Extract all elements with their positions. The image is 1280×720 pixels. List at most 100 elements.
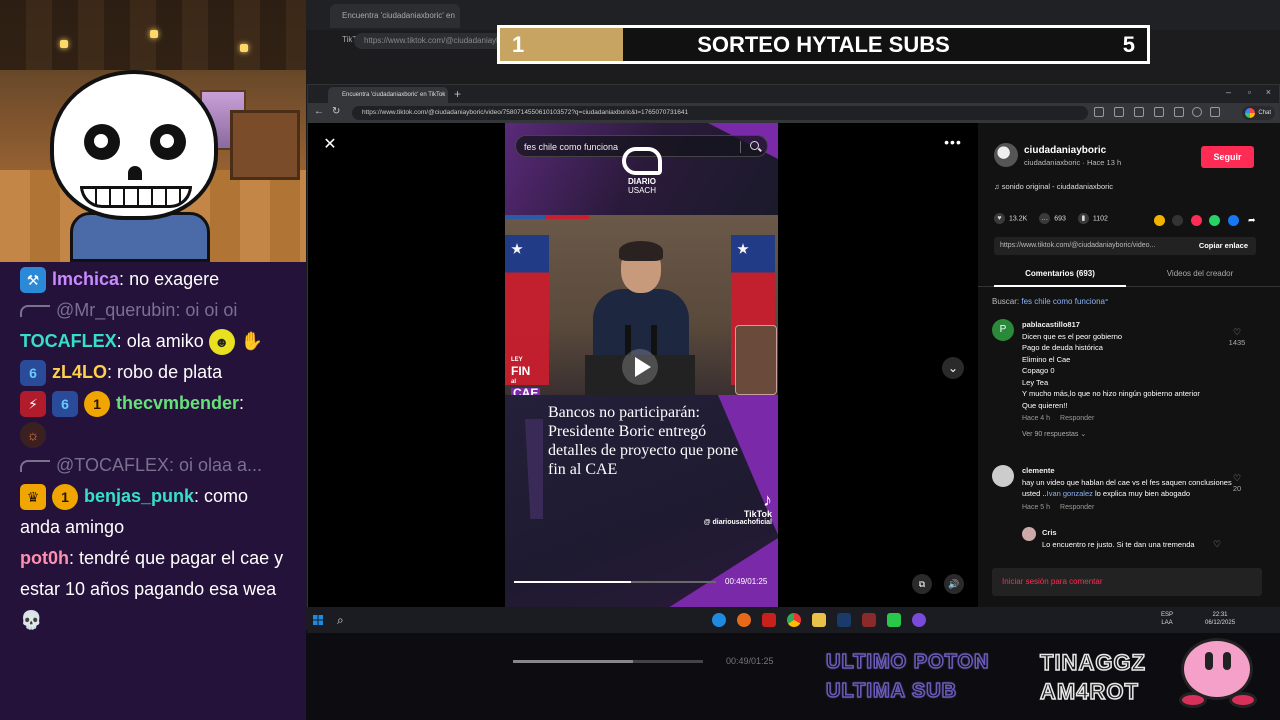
chat-reply: @TOCAFLEX: oi olaa a... [20,450,286,481]
lamp [150,30,158,38]
menu-icon[interactable] [1210,107,1220,117]
firefox-icon[interactable] [737,613,751,627]
search-icon[interactable]: ⌕ [337,613,344,628]
login-to-comment-button[interactable]: Iniciar sesión para comentar [992,568,1262,596]
next-video-icon[interactable]: ⌄ [942,357,964,379]
embed-icon[interactable] [1172,215,1184,227]
downloads-icon[interactable] [1154,107,1164,117]
logo-sub: USACH [627,186,656,195]
save-count: 1102 [1092,215,1108,223]
comment-username[interactable]: clemente [1022,465,1237,477]
facebook-icon[interactable] [1227,215,1239,227]
chat-reply: @Mr_querubin: oi oi oi [20,295,286,326]
comment-text: hay un video que hablan del cae vs el fe… [1022,477,1237,500]
profile-icon[interactable] [1192,107,1202,117]
related-search[interactable]: Buscar: fes chile como funcionaᐤ [992,297,1108,306]
sub-badge-icon: 6 [52,391,78,418]
settings-icon[interactable] [1174,107,1184,117]
copilot-chat-button[interactable]: Chat [1242,106,1275,120]
app-icon[interactable] [887,613,901,627]
edge-icon[interactable] [712,613,726,627]
extension-icon[interactable] [1094,107,1104,117]
app-icon[interactable] [912,613,926,627]
last-sub-label: ULTIMA SUB [825,679,958,703]
play-icon[interactable] [622,349,658,385]
favorites-icon[interactable] [1114,107,1124,117]
chat-text: robo de plata [112,362,223,382]
avatar[interactable] [992,465,1014,487]
repost-icon[interactable] [1154,215,1165,227]
tab-creator-videos[interactable]: Videos del creador [1134,265,1266,287]
gift-badge-icon: 1 [52,484,78,511]
browser-tab[interactable]: Encuentra 'ciudadaniaxboric' en TikTok × [328,87,448,103]
video-link[interactable]: https://www.tiktok.com/@ciudadaniayboric… [1000,237,1180,255]
more-options-icon[interactable]: ••• [942,135,964,153]
avatar[interactable]: P [992,319,1014,341]
search-query[interactable]: fes chile como funciona [1021,297,1105,306]
avatar[interactable] [1022,527,1036,541]
raffle-title: SORTEO HYTALE SUBS [697,32,950,57]
volume-icon[interactable]: 🔊 [944,574,964,594]
follow-button[interactable]: Seguir [1201,146,1254,168]
folder-icon[interactable] [812,613,826,627]
comment-likes[interactable]: ♡ 1435 [1224,327,1250,347]
comment-stat[interactable]: … 693 [1039,213,1066,224]
minimize-icon[interactable]: – [1226,87,1231,97]
comment-mention[interactable]: Ivan gonzalez [1047,489,1093,498]
float-player-icon[interactable]: ⧉ [912,574,932,594]
comment-username[interactable]: pablacastillo817 [1022,319,1237,331]
comment-time: Hace 4 h [1022,415,1051,422]
search-icon[interactable] [750,141,759,150]
new-tab-button[interactable]: + [454,87,461,101]
tab-comments[interactable]: Comentarios (693) [994,265,1126,287]
windows-start-icon[interactable] [313,615,323,625]
video-player[interactable]: fes chile como funciona DIARIO USACH LEY… [505,123,778,608]
close-window-icon[interactable]: × [1266,87,1271,97]
stripe [505,215,545,219]
clock-date: 06/12/2025 [1205,620,1236,626]
logo-name: DIARIO [628,177,656,186]
copy-link-button[interactable]: Copiar enlace [1199,237,1248,255]
reply-button[interactable]: Responder [1060,415,1094,422]
clock[interactable]: 22:31 06/12/2025 [1205,611,1235,627]
raffle-banner: 1 SORTEO HYTALE SUBS 5 [497,25,1150,64]
share-row: ➦ [1154,212,1260,230]
reply-button[interactable]: Responder [1060,504,1094,511]
steam-icon[interactable] [837,613,851,627]
chat-reply-text: @TOCAFLEX: oi olaa a... [56,455,263,475]
whatsapp-icon[interactable] [1209,215,1221,227]
creator-subline: ciudadaniaxboric · Hace 13 h [1024,158,1122,167]
maximize-icon[interactable]: ▫ [1248,87,1251,97]
share-arrow-icon[interactable]: ➦ [1246,215,1258,227]
avatar[interactable] [994,143,1018,167]
comment-line: Elimino el Cae [1022,354,1071,364]
chrome-icon[interactable] [787,613,801,627]
reload-icon[interactable]: ↻ [332,106,340,117]
send-icon[interactable] [1190,215,1202,227]
language-indicator[interactable]: ESP LAA [1161,611,1173,627]
music-label[interactable]: ♫ sonido original - ciudadaniaxboric [994,182,1113,191]
comment-likes[interactable]: ♡ [1204,539,1230,550]
view-replies-button[interactable]: Ver 90 respuestas ⌄ [1022,429,1237,441]
back-icon[interactable]: ← [314,106,324,117]
comment-username[interactable]: Cris [1042,527,1257,539]
comment-time: Hace 5 h [1022,503,1051,511]
search-icon: ᐤ [1104,297,1109,306]
chevron-down-icon: ⌄ [1080,430,1087,438]
comment-likes[interactable]: ♡ 20 [1224,473,1250,493]
collections-icon[interactable] [1134,107,1144,117]
video-progress-bar[interactable] [514,581,716,583]
close-icon[interactable]: ✕ [320,135,340,155]
creator-username[interactable]: ciudadaniayboric [1024,145,1106,156]
taskbar: ⌕ ESP LAA 22:31 06/12/2025 [307,607,1280,633]
video-progress-fill [514,581,632,583]
app-icon[interactable] [762,613,776,627]
close-tab-icon[interactable]: × [440,87,444,103]
tiktok-handle: @ diariousachoficial [703,519,772,526]
like-stat[interactable]: ♥ 13.2K [994,213,1027,224]
view-replies-text: Ver 90 respuestas [1022,430,1079,438]
app-icon[interactable] [862,613,876,627]
address-bar[interactable]: https://www.tiktok.com/@ciudadaniayboric… [352,106,1088,120]
save-stat[interactable]: ▮ 1102 [1077,213,1108,224]
kirby-icon [1175,632,1259,710]
